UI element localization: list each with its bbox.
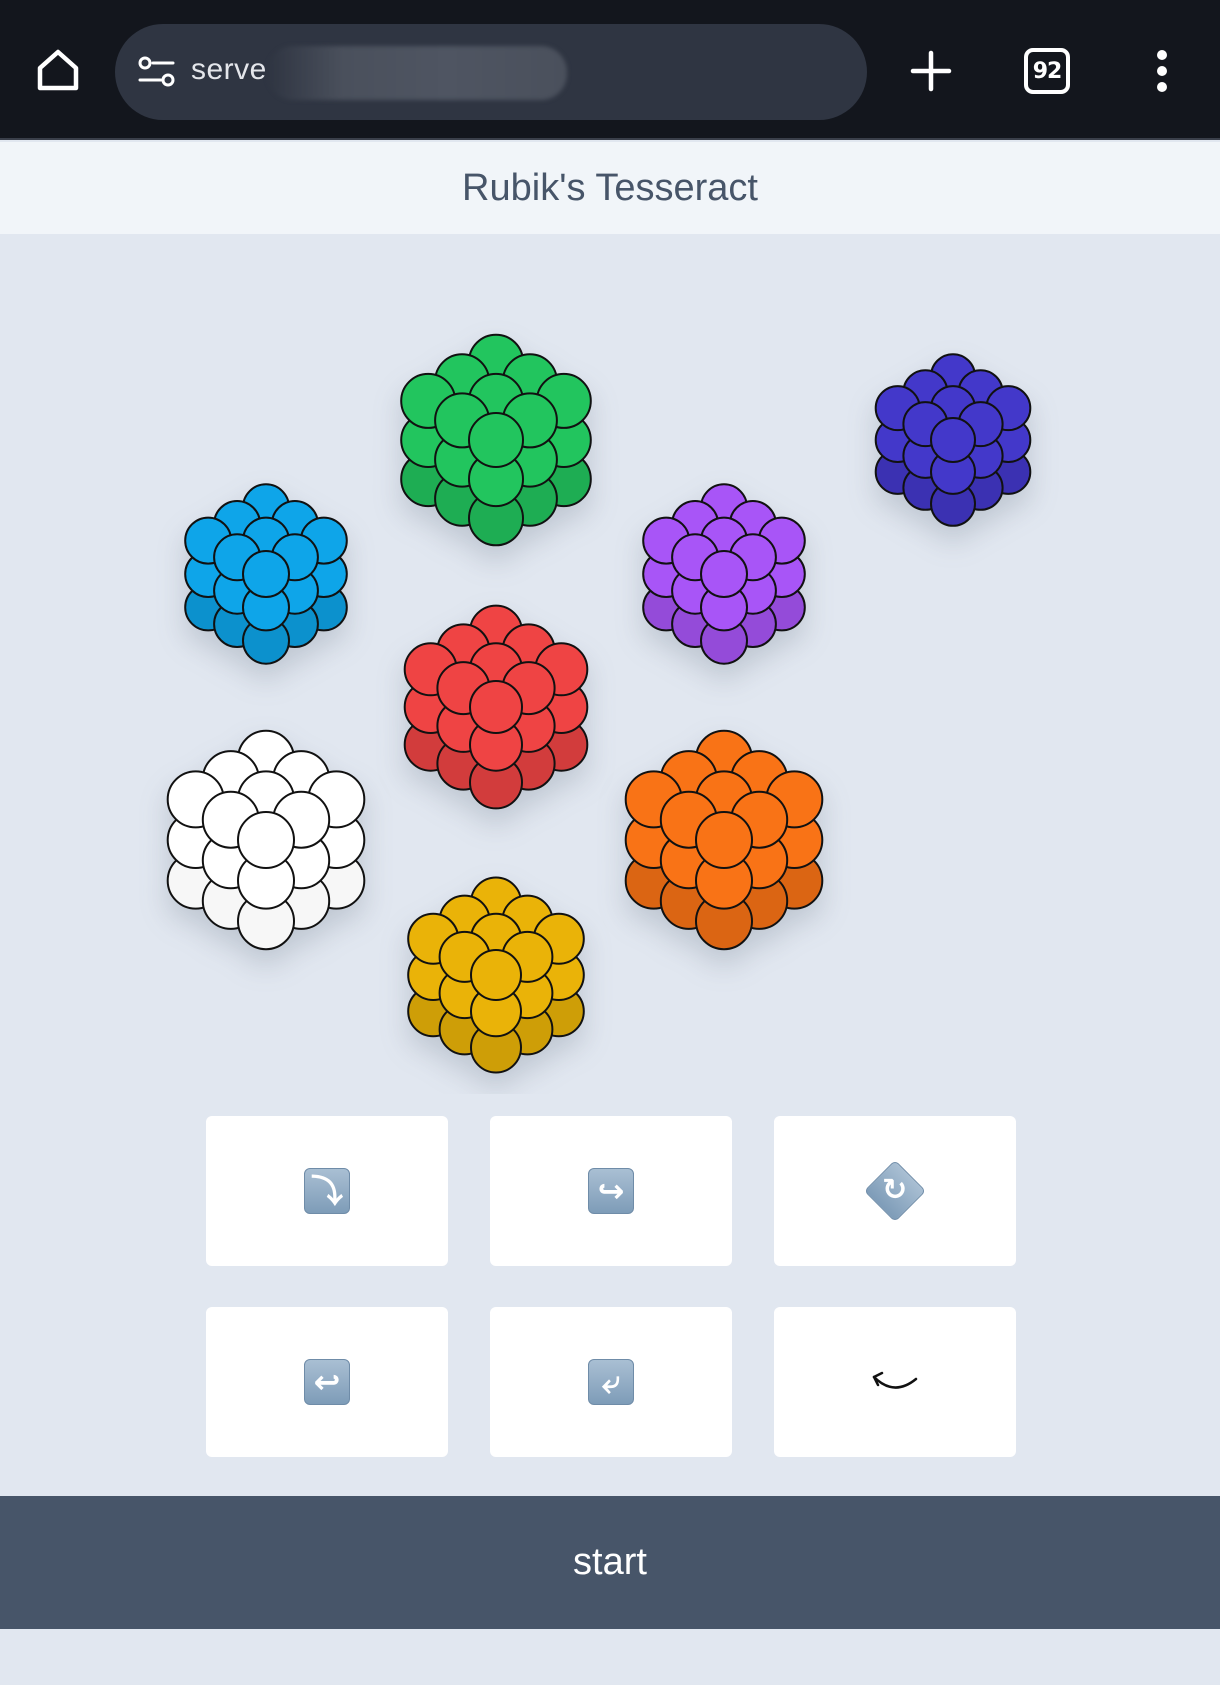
address-bar[interactable]: serve <box>115 24 867 120</box>
tab-switcher-button[interactable]: 92 <box>1012 36 1082 106</box>
arrow-curve-down-left-icon: ⤶ <box>588 1359 634 1405</box>
cube-blue[interactable] <box>184 483 348 665</box>
move-button-2[interactable]: ↪ <box>490 1116 732 1266</box>
start-button[interactable]: start <box>0 1496 1220 1629</box>
rotate-counterclockwise-icon <box>872 1371 918 1389</box>
move-button-1[interactable]: ⤵ <box>206 1116 448 1266</box>
arrow-left-hook-icon: ↩ <box>304 1359 350 1405</box>
cube-white[interactable] <box>166 729 366 951</box>
toolbar-divider <box>0 138 1220 140</box>
more-vert-icon[interactable] <box>1130 36 1194 106</box>
white-sticker[interactable] <box>237 811 295 869</box>
tune-icon[interactable] <box>131 46 183 98</box>
move-button-4[interactable]: ↩ <box>206 1307 448 1457</box>
green-sticker[interactable] <box>468 412 524 468</box>
page-title: Rubik's Tesseract <box>0 142 1220 234</box>
cube-purple[interactable] <box>642 483 806 665</box>
cube-yellow[interactable] <box>407 876 585 1074</box>
yellow-sticker[interactable] <box>470 949 522 1001</box>
move-button-5[interactable]: ⤶ <box>490 1307 732 1457</box>
move-button-6[interactable] <box>774 1307 1016 1457</box>
rotate-clockwise-diamond-icon: ↻ <box>863 1159 927 1223</box>
arrow-curve-down-right-icon: ⤵ <box>304 1168 350 1214</box>
purple-sticker[interactable] <box>700 550 748 598</box>
plus-icon[interactable] <box>896 36 966 106</box>
cube-orange[interactable] <box>624 729 824 951</box>
move-controls: ⤵ ↪ ↻ ↩ ⤶ <box>206 1116 1016 1457</box>
cube-red[interactable] <box>403 604 589 810</box>
arrow-right-hook-icon: ↪ <box>588 1168 634 1214</box>
tesseract-board[interactable] <box>0 234 1220 1094</box>
redacted-url-blur <box>267 46 567 100</box>
red-sticker[interactable] <box>469 680 523 734</box>
indigo-sticker[interactable] <box>930 417 976 463</box>
browser-toolbar: serve 92 <box>0 0 1220 140</box>
cube-indigo[interactable] <box>874 353 1032 527</box>
orange-sticker[interactable] <box>695 811 753 869</box>
tab-count: 92 <box>1024 48 1070 94</box>
url-text[interactable]: serve <box>191 53 267 87</box>
blue-sticker[interactable] <box>242 550 290 598</box>
move-button-3[interactable]: ↻ <box>774 1116 1016 1266</box>
home-icon[interactable] <box>22 34 94 106</box>
cube-green[interactable] <box>400 333 592 547</box>
